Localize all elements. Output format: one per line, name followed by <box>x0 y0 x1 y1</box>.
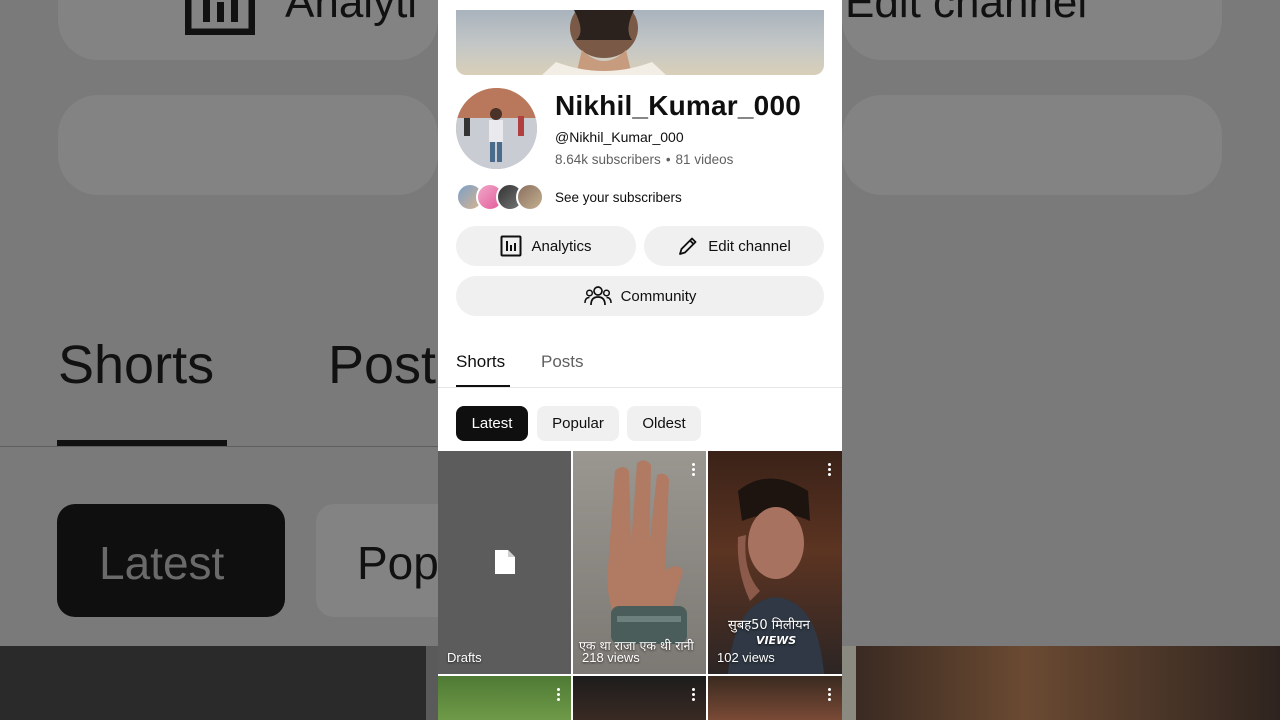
community-button[interactable]: Community <box>456 276 824 316</box>
edit-channel-button[interactable]: Edit channel <box>644 226 824 266</box>
background-photo-left <box>426 646 438 720</box>
background-latest-text: Latest <box>99 537 225 589</box>
background-photo-right <box>856 646 1280 720</box>
short-video-tile[interactable] <box>573 676 706 720</box>
channel-stats: 8.64k subscribers • 81 videos <box>555 152 733 167</box>
community-icon <box>583 285 612 307</box>
background-posts-text: Post <box>328 335 437 395</box>
channel-handle: @Nikhil_Kumar_000 <box>555 129 684 145</box>
community-label: Community <box>620 287 697 305</box>
view-count: 218 views <box>582 650 640 665</box>
tab-shorts[interactable]: Shorts <box>456 352 505 372</box>
video-count: 81 videos <box>675 152 734 167</box>
more-options-icon[interactable] <box>692 463 696 478</box>
see-subscribers-link[interactable]: See your subscribers <box>555 190 682 205</box>
pencil-icon <box>677 235 699 257</box>
short-video-tile[interactable]: एक था राजा एक थी रानी 218 views <box>573 451 706 674</box>
stats-separator: • <box>665 152 671 167</box>
subscriber-count: 8.64k subscribers <box>555 152 661 167</box>
short-video-tile[interactable]: सुबह50 मिलीयन VIEWS 102 views <box>708 451 842 674</box>
drafts-label: Drafts <box>447 650 482 665</box>
background-underline <box>57 440 227 446</box>
draft-file-icon <box>494 549 516 580</box>
background-community-pill-right <box>842 95 1222 195</box>
background-edit-text: Edit channel <box>845 0 1088 27</box>
subscriber-avatar <box>516 183 544 211</box>
drafts-tile[interactable]: Drafts <box>438 451 571 674</box>
short-video-tile[interactable] <box>708 676 842 720</box>
video-overlay-title: सुबह50 मिलीयन <box>728 618 810 633</box>
short-video-tile[interactable] <box>438 676 571 720</box>
analytics-button[interactable]: Analytics <box>456 226 636 266</box>
more-options-icon[interactable] <box>692 688 696 703</box>
video-overlay-subtitle: VIEWS <box>756 634 797 647</box>
background-community-pill <box>58 95 438 195</box>
shorts-grid: Drafts एक था राजा एक थी रानी 218 views स… <box>438 451 842 720</box>
tab-posts[interactable]: Posts <box>541 352 584 372</box>
filter-latest[interactable]: Latest <box>456 406 528 441</box>
filter-oldest[interactable]: Oldest <box>627 406 701 441</box>
channel-tabs: Shorts Posts <box>438 340 842 388</box>
filter-popular[interactable]: Popular <box>537 406 619 441</box>
more-options-icon[interactable] <box>828 463 832 478</box>
analytics-label: Analytics <box>531 237 592 255</box>
more-options-icon[interactable] <box>828 688 832 703</box>
view-count: 102 views <box>717 650 775 665</box>
analytics-icon <box>500 235 522 257</box>
background-analytics-icon <box>184 0 256 46</box>
active-tab-indicator <box>456 385 510 387</box>
channel-page: Nikhil_Kumar_000 @Nikhil_Kumar_000 8.64k… <box>438 0 842 720</box>
more-options-icon[interactable] <box>557 688 561 703</box>
channel-avatar[interactable] <box>456 88 537 169</box>
background-divider <box>0 446 438 447</box>
subscriber-avatars[interactable] <box>456 183 548 211</box>
background-popular-text: Pop <box>357 537 439 589</box>
background-shorts-text: Shorts <box>58 335 215 395</box>
background-photo-mid <box>842 646 856 720</box>
channel-name: Nikhil_Kumar_000 <box>555 90 801 121</box>
edit-channel-label: Edit channel <box>708 237 791 255</box>
channel-banner <box>456 10 824 75</box>
background-analytics-text: Analyti <box>285 0 418 27</box>
